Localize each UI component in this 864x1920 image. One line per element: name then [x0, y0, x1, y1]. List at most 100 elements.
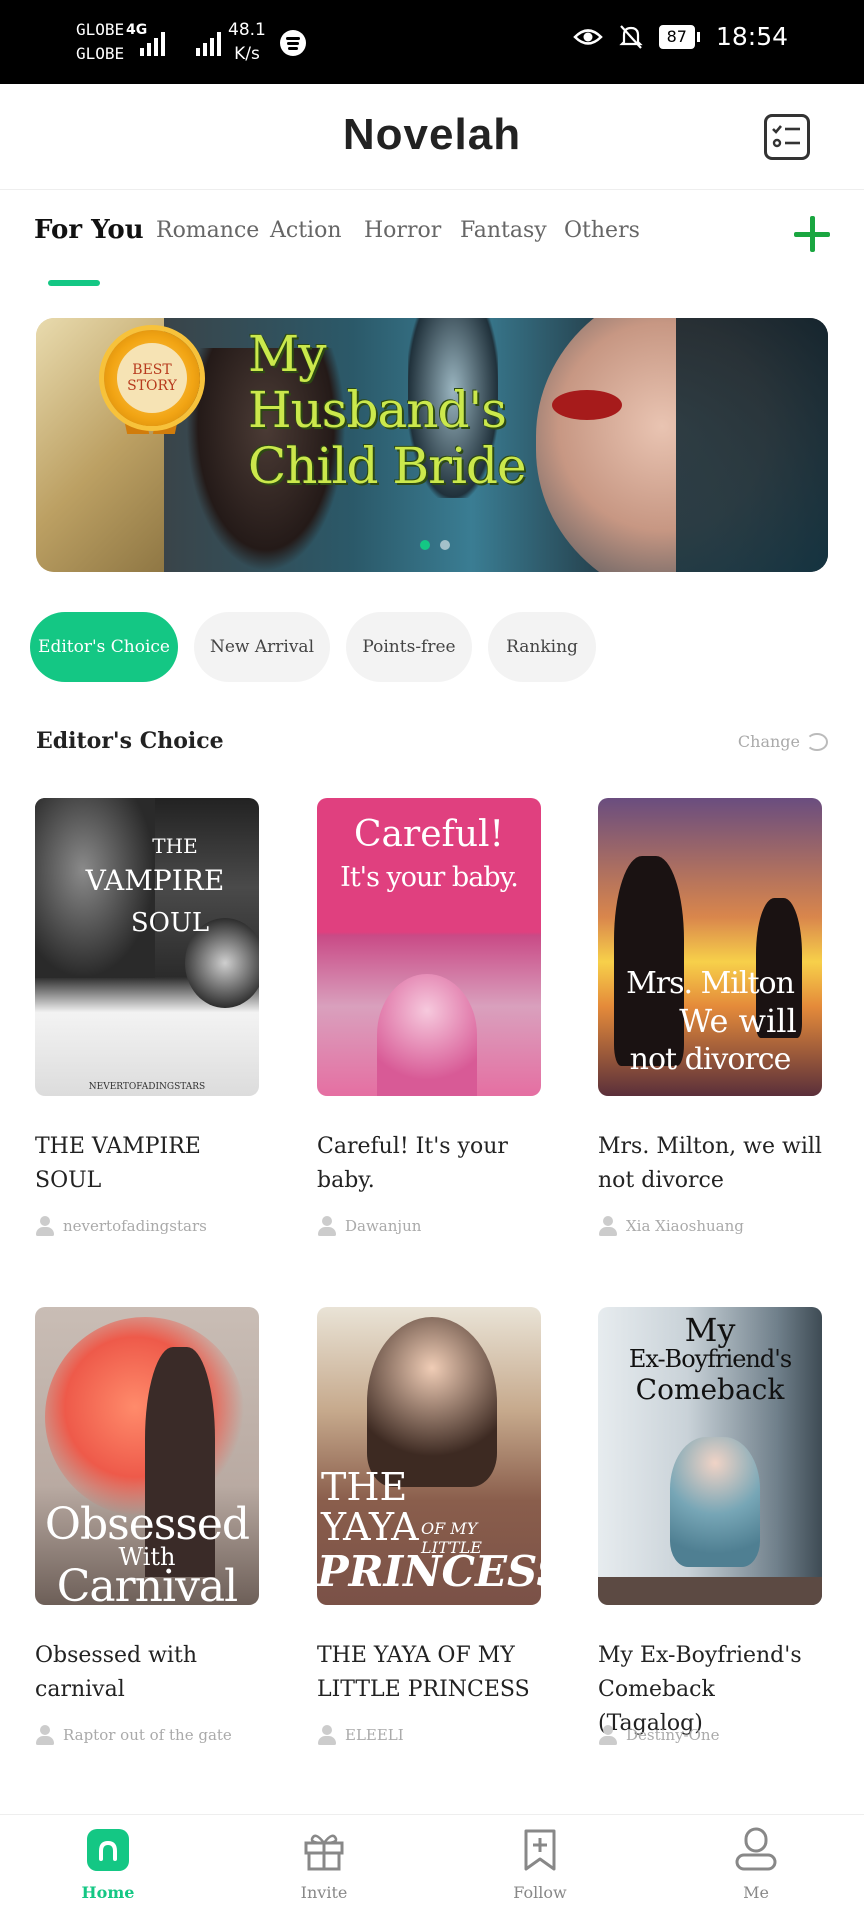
author-name: Raptor out of the gate	[63, 1726, 232, 1744]
signal-icon	[140, 30, 165, 56]
banner-pagination	[420, 540, 450, 550]
mute-bell-icon	[618, 24, 643, 49]
nav-home-label: Home	[81, 1883, 135, 1902]
tab-for-you[interactable]: For You	[34, 215, 144, 245]
checklist-icon[interactable]	[764, 114, 810, 160]
promo-banner[interactable]: BEST STORY My Husband's Child Bride	[36, 318, 828, 572]
best-story-badge: BEST STORY	[104, 330, 200, 426]
book-title: Obsessed with carnival	[35, 1643, 197, 1702]
book-title: Careful! It's your baby.	[317, 1134, 508, 1193]
tab-romance[interactable]: Romance	[156, 218, 259, 243]
badge-line1: BEST	[132, 362, 172, 378]
author-name: Destiny-One	[626, 1726, 720, 1744]
book-cover: Obsessed With Carnival	[35, 1307, 259, 1605]
change-button[interactable]: Change	[738, 732, 828, 751]
user-icon	[35, 1725, 55, 1745]
author-name: nevertofadingstars	[63, 1217, 207, 1235]
active-tab-indicator	[48, 280, 100, 286]
nav-me[interactable]: Me	[648, 1815, 864, 1920]
banner-dot-active	[420, 540, 430, 550]
book-title: Mrs. Milton, we will not divorce	[598, 1134, 822, 1193]
cover-line: Careful!	[353, 814, 504, 855]
book-cover: THE VAMPIRE SOUL NEVERTOFADINGSTARS	[35, 798, 259, 1096]
spotify-icon	[280, 30, 306, 56]
tab-horror[interactable]: Horror	[364, 218, 441, 243]
section-title: Editor's Choice	[36, 728, 224, 754]
book-card[interactable]: Mrs. Milton We will not divorce Mrs. Mil…	[598, 798, 824, 1236]
book-author: Xia Xiaoshuang	[598, 1216, 824, 1236]
filter-chips: Editor's Choice New Arrival Points-free …	[30, 612, 596, 682]
book-card[interactable]: THE YAYA OF MY LITTLE PRINCESS THE YAYA …	[317, 1307, 543, 1745]
chip-new-arrival[interactable]: New Arrival	[194, 612, 330, 682]
book-card[interactable]: My Ex-Boyfriend's Comeback My Ex-Boyfrie…	[598, 1307, 824, 1745]
book-cover: Mrs. Milton We will not divorce	[598, 798, 822, 1096]
badge-line2: STORY	[127, 378, 177, 394]
cover-credit: NEVERTOFADINGSTARS	[88, 1082, 206, 1092]
user-icon	[598, 1216, 618, 1236]
book-cover: My Ex-Boyfriend's Comeback	[598, 1307, 822, 1605]
eye-icon	[572, 28, 603, 45]
chip-ranking[interactable]: Ranking	[488, 612, 596, 682]
book-author: Raptor out of the gate	[35, 1725, 261, 1745]
cover-line: Ex-Boyfriend's	[628, 1345, 792, 1373]
user-icon	[598, 1725, 618, 1745]
cover-line: VAMPIRE	[85, 864, 225, 897]
refresh-icon	[806, 732, 828, 751]
battery-level: 87	[658, 24, 695, 49]
gift-icon	[301, 1827, 347, 1873]
chip-points-free[interactable]: Points-free	[346, 612, 472, 682]
nav-home[interactable]: Home	[0, 1815, 216, 1920]
nav-invite[interactable]: Invite	[216, 1815, 432, 1920]
carrier-bottom: GLOBE	[76, 44, 125, 63]
carrier-label: GLOBE GLOBE	[76, 18, 124, 66]
add-category-icon[interactable]	[790, 212, 834, 256]
book-title: THE VAMPIRE SOUL	[35, 1134, 201, 1193]
chip-editors-choice[interactable]: Editor's Choice	[30, 612, 178, 682]
tab-others[interactable]: Others	[564, 218, 640, 243]
author-name: Xia Xiaoshuang	[626, 1217, 744, 1235]
tab-fantasy[interactable]: Fantasy	[460, 218, 547, 243]
cover-line: We will	[679, 1002, 797, 1040]
nav-follow[interactable]: Follow	[432, 1815, 648, 1920]
net-speed: 48.1 K/s	[228, 18, 266, 66]
app-header: Novelah	[0, 84, 864, 190]
cover-line: THE	[321, 1465, 408, 1509]
cover-line: Carnival	[56, 1561, 239, 1605]
book-card[interactable]: Obsessed With Carnival Obsessed with car…	[35, 1307, 261, 1745]
author-name: ELEELI	[345, 1726, 404, 1744]
cover-line: Mrs. Milton	[626, 966, 795, 1001]
bottom-nav: Home Invite Follow Me	[0, 1814, 864, 1920]
banner-title: My Husband's Child Bride	[248, 325, 527, 495]
book-author: nevertofadingstars	[35, 1216, 261, 1236]
home-icon	[85, 1827, 131, 1873]
book-card[interactable]: Careful! It's your baby. Careful! It's y…	[317, 798, 543, 1236]
book-title: My Ex-Boyfriend's Comeback (Tagalog)	[598, 1643, 802, 1736]
carrier-top: GLOBE	[76, 20, 125, 39]
signal-icon-2	[196, 30, 221, 56]
book-author: ELEELI	[317, 1725, 543, 1745]
cover-line: It's your baby.	[340, 862, 519, 893]
cover-line: THE	[152, 834, 198, 858]
banner-hood	[676, 318, 828, 572]
category-tabs: For You Romance Action Horror Fantasy Ot…	[34, 215, 834, 288]
battery-icon: 87	[658, 24, 700, 49]
user-icon	[35, 1216, 55, 1236]
change-label: Change	[737, 732, 800, 751]
book-title: THE YAYA OF MY LITTLE PRINCESS	[317, 1643, 530, 1702]
book-cover: THE YAYA OF MY LITTLE PRINCESS	[317, 1307, 541, 1605]
book-cover: Careful! It's your baby.	[317, 798, 541, 1096]
book-author: Dawanjun	[317, 1216, 543, 1236]
author-name: Dawanjun	[345, 1217, 422, 1235]
app-title: Novelah	[342, 110, 522, 159]
clock: 18:54	[715, 22, 788, 51]
profile-icon	[733, 1827, 779, 1873]
banner-dot	[440, 540, 450, 550]
user-icon	[317, 1725, 337, 1745]
book-card[interactable]: THE VAMPIRE SOUL NEVERTOFADINGSTARS THE …	[35, 798, 261, 1236]
nav-me-label: Me	[743, 1883, 769, 1902]
user-icon	[317, 1216, 337, 1236]
status-bar: GLOBE GLOBE 4G 48.1 K/s 87 18:54	[0, 0, 864, 84]
nav-invite-label: Invite	[300, 1883, 348, 1902]
cover-line: My	[684, 1311, 736, 1349]
tab-action[interactable]: Action	[270, 218, 342, 243]
